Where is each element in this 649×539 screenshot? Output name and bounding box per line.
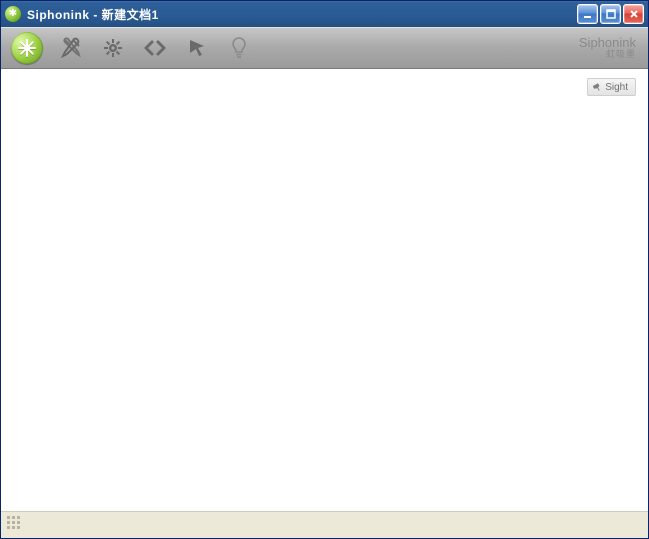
brand-name: Siphonink — [579, 36, 636, 50]
tools-button[interactable] — [57, 34, 85, 62]
app-window: Siphonink - 新建文档1 — [0, 0, 649, 539]
settings-button[interactable] — [99, 34, 127, 62]
statusbar — [1, 511, 648, 538]
cursor-button[interactable] — [183, 34, 211, 62]
code-icon — [142, 36, 168, 60]
app-icon — [5, 6, 21, 22]
asterisk-icon — [17, 38, 37, 58]
main-menu-button[interactable] — [11, 32, 43, 64]
sight-panel-tab[interactable]: Sight — [587, 78, 636, 96]
hint-button[interactable] — [225, 34, 253, 62]
lightbulb-icon — [229, 36, 249, 60]
resize-grip-icon[interactable] — [7, 516, 25, 534]
cursor-icon — [186, 37, 208, 59]
sight-label: Sight — [605, 82, 628, 93]
pin-icon — [593, 83, 602, 92]
editor-area[interactable]: Sight — [1, 69, 648, 511]
brand-label: Siphonink 虹吸墨 — [579, 36, 638, 60]
window-title: Siphonink - 新建文档1 — [27, 6, 159, 23]
tools-icon — [59, 36, 83, 60]
toolbar: Siphonink 虹吸墨 — [1, 27, 648, 69]
gear-icon — [101, 36, 125, 60]
brand-subtitle: 虹吸墨 — [579, 50, 636, 60]
minimize-button[interactable] — [577, 4, 598, 24]
close-button[interactable] — [623, 4, 644, 24]
titlebar[interactable]: Siphonink - 新建文档1 — [1, 1, 648, 27]
window-controls — [577, 4, 648, 24]
maximize-button[interactable] — [600, 4, 621, 24]
code-button[interactable] — [141, 34, 169, 62]
